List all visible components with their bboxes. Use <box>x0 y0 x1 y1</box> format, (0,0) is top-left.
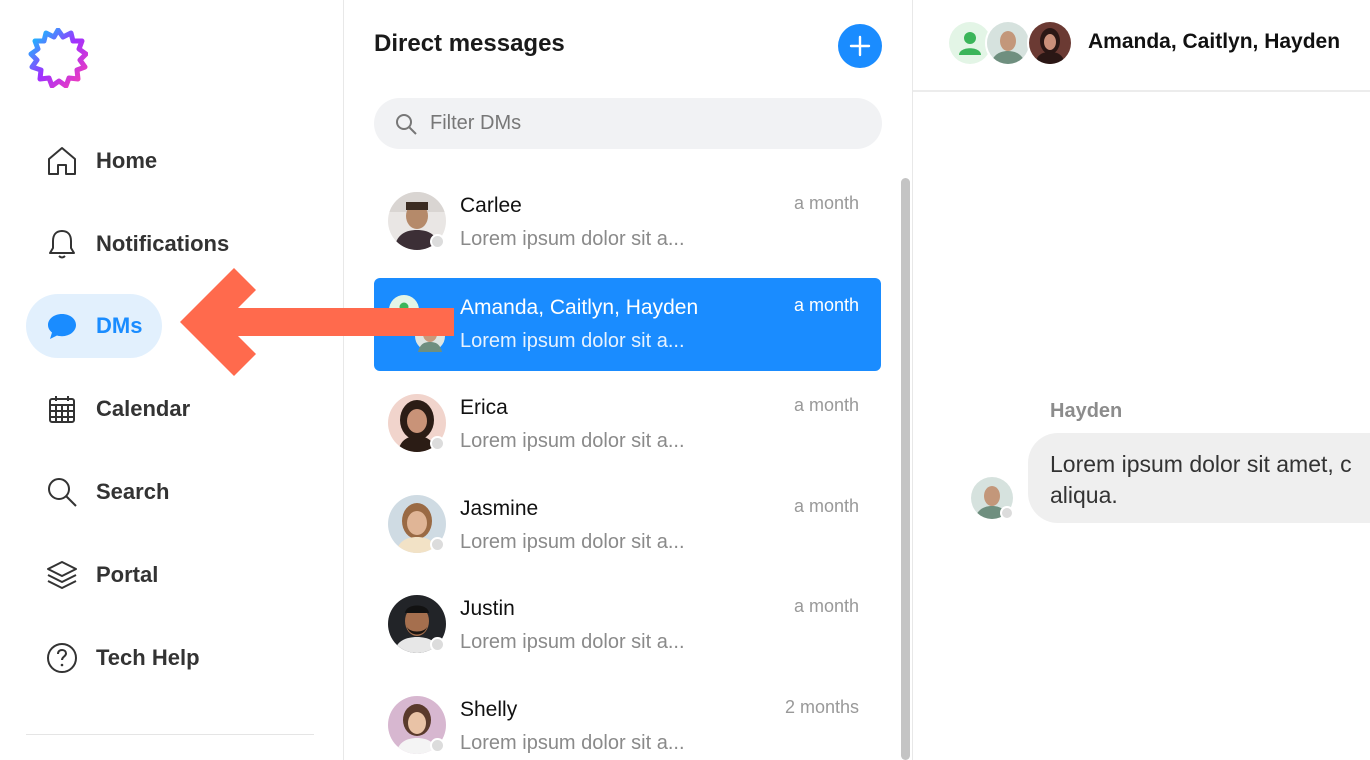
app-window: Home Notifications DMs Calendar Search P… <box>0 0 1370 760</box>
search-icon <box>396 113 417 135</box>
dm-preview: Lorem ipsum dolor sit a... <box>460 330 685 352</box>
dm-name: Justin <box>460 597 515 620</box>
conversation-header: Amanda, Caitlyn, Hayden <box>913 0 1370 92</box>
dm-list-item[interactable]: Erica Lorem ipsum dolor sit a... a month <box>374 378 881 471</box>
group-avatar <box>388 294 447 353</box>
plus-icon <box>849 35 871 57</box>
dm-timestamp: a month <box>793 295 859 315</box>
message-bubble: Lorem ipsum dolor sit amet, c aliqua. <box>1028 433 1370 523</box>
nav-notifications[interactable]: Notifications <box>26 212 249 276</box>
nav-label: Notifications <box>96 231 230 256</box>
app-logo[interactable] <box>28 27 89 89</box>
dm-list-item[interactable]: Justin Lorem ipsum dolor sit a... a mont… <box>374 579 881 672</box>
dm-preview: Lorem ipsum dolor sit a... <box>460 531 685 553</box>
home-icon <box>44 143 80 179</box>
dm-name: Shelly <box>460 698 518 721</box>
dm-list-item[interactable]: Carlee Lorem ipsum dolor sit a... a mont… <box>374 176 881 269</box>
presence-indicator <box>430 436 445 451</box>
dm-timestamp: 2 months <box>784 697 859 717</box>
nav-label: Search <box>96 479 170 504</box>
dm-timestamp: a month <box>793 596 859 616</box>
dm-timestamp: a month <box>793 496 859 516</box>
dm-preview: Lorem ipsum dolor sit a... <box>460 631 685 653</box>
dm-list-pane: Direct messages Filter DMs Carlee Lorem … <box>345 0 911 760</box>
chat-bubble-icon <box>44 308 80 344</box>
dm-name: Amanda, Caitlyn, Hayden <box>460 296 699 319</box>
page-title: Direct messages <box>374 30 565 57</box>
dm-list-item[interactable]: Shelly Lorem ipsum dolor sit a... 2 mont… <box>374 680 881 760</box>
dm-list-item[interactable]: Amanda, Caitlyn, Hayden Lorem ipsum dolo… <box>374 278 881 371</box>
message-sender: Hayden <box>1050 400 1123 422</box>
nav-label: Portal <box>96 562 159 587</box>
presence-indicator <box>430 637 445 652</box>
nav-dms[interactable]: DMs <box>26 294 163 358</box>
participant-avatar[interactable] <box>985 20 1031 66</box>
nav-label: Calendar <box>96 396 191 421</box>
participant-avatar[interactable] <box>1027 20 1073 66</box>
nav-home[interactable]: Home <box>26 129 177 193</box>
dm-list-item[interactable]: Jasmine Lorem ipsum dolor sit a... a mon… <box>374 479 881 572</box>
nav-label: DMs <box>96 313 143 338</box>
nav-tech-help[interactable]: Tech Help <box>26 626 220 690</box>
sidebar: Home Notifications DMs Calendar Search P… <box>0 0 344 760</box>
dm-preview: Lorem ipsum dolor sit a... <box>460 228 685 250</box>
scrollbar[interactable] <box>901 178 910 760</box>
dm-timestamp: a month <box>793 193 859 213</box>
nav-label: Home <box>96 148 158 173</box>
filter-dms-field[interactable] <box>374 98 882 149</box>
dm-name: Jasmine <box>460 497 539 520</box>
presence-indicator <box>1000 506 1014 520</box>
dm-timestamp: a month <box>793 395 859 415</box>
dm-name: Erica <box>460 396 508 419</box>
sidebar-divider <box>26 734 314 735</box>
nav-portal[interactable]: Portal <box>26 543 178 607</box>
filter-dms-input[interactable] <box>430 112 830 135</box>
dm-preview: Lorem ipsum dolor sit a... <box>460 430 685 452</box>
conversation-title: Amanda, Caitlyn, Hayden <box>1088 30 1341 53</box>
presence-indicator <box>430 234 445 249</box>
help-circle-icon <box>44 640 80 676</box>
conversation-pane: Amanda, Caitlyn, Hayden Hayden Lorem ips… <box>912 0 1370 760</box>
presence-indicator <box>430 537 445 552</box>
nav-search[interactable]: Search <box>26 460 189 524</box>
nav-label: Tech Help <box>96 645 200 670</box>
presence-indicator <box>430 738 445 753</box>
search-icon <box>44 474 80 510</box>
dm-preview: Lorem ipsum dolor sit a... <box>460 732 685 754</box>
calendar-icon <box>44 391 80 427</box>
layers-icon <box>44 557 80 593</box>
new-dm-button[interactable] <box>838 24 882 68</box>
nav-calendar[interactable]: Calendar <box>26 377 210 441</box>
bell-icon <box>44 226 80 262</box>
dm-name: Carlee <box>460 194 522 217</box>
